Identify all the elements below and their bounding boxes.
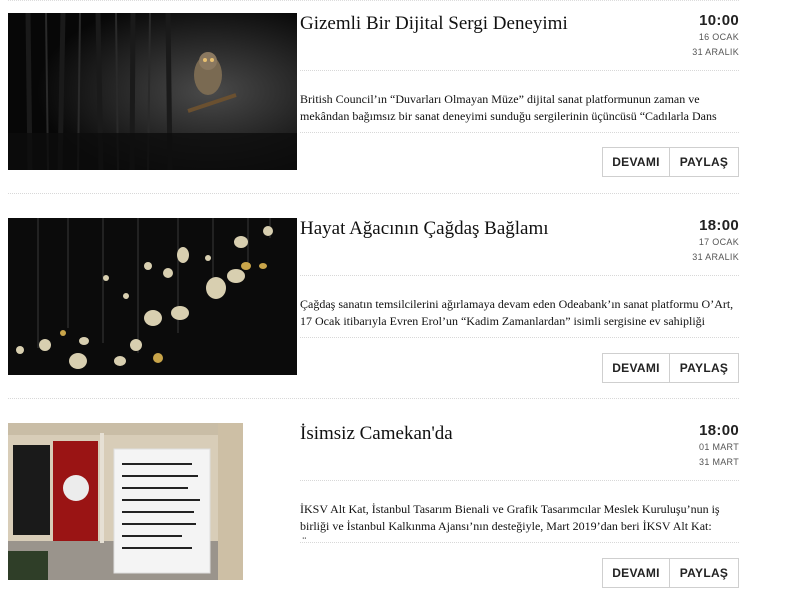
- share-button[interactable]: PAYLAŞ: [670, 147, 739, 177]
- event-schedule: 18:00 01 MART 31 MART: [699, 422, 739, 470]
- event-card: Hayat Ağacının Çağdaş Bağlamı 18:00 17 O…: [8, 217, 739, 388]
- more-button[interactable]: DEVAMI: [602, 147, 670, 177]
- event-divider: [8, 398, 739, 399]
- event-separator: [300, 70, 739, 71]
- event-actions: DEVAMI PAYLAŞ: [602, 353, 739, 383]
- share-button[interactable]: PAYLAŞ: [670, 558, 739, 588]
- top-divider: [8, 0, 739, 2]
- event-divider: [8, 193, 739, 194]
- event-time: 18:00: [699, 217, 739, 234]
- share-button[interactable]: PAYLAŞ: [670, 353, 739, 383]
- event-description: British Council’ın “Duvarları Olmayan Mü…: [300, 92, 732, 129]
- event-start-date: 01 MART: [699, 442, 739, 452]
- event-card: İsimsiz Camekan'da 18:00 01 MART 31 MART…: [8, 422, 739, 598]
- event-title[interactable]: Gizemli Bir Dijital Sergi Deneyimi: [300, 13, 568, 35]
- event-separator: [300, 480, 739, 481]
- event-time: 18:00: [699, 422, 739, 439]
- event-schedule: 10:00 16 OCAK 31 ARALIK: [692, 12, 739, 60]
- event-separator: [300, 337, 739, 338]
- more-button[interactable]: DEVAMI: [602, 353, 670, 383]
- event-card: Gizemli Bir Dijital Sergi Deneyimi 10:00…: [8, 12, 739, 183]
- event-description: Çağdaş sanatın temsilcilerini ağırlamaya…: [300, 297, 734, 334]
- event-separator: [300, 275, 739, 276]
- event-actions: DEVAMI PAYLAŞ: [602, 147, 739, 177]
- event-image-hanging-eggs[interactable]: [8, 218, 297, 375]
- event-image-forest-owl[interactable]: [8, 13, 297, 170]
- event-end-date: 31 MART: [699, 457, 739, 467]
- event-schedule: 18:00 17 OCAK 31 ARALIK: [692, 217, 739, 265]
- event-separator: [300, 542, 739, 543]
- event-end-date: 31 ARALIK: [692, 252, 739, 262]
- event-time: 10:00: [699, 12, 739, 29]
- event-end-date: 31 ARALIK: [692, 47, 739, 57]
- event-start-date: 17 OCAK: [698, 237, 739, 247]
- event-actions: DEVAMI PAYLAŞ: [602, 558, 739, 588]
- event-start-date: 16 OCAK: [698, 32, 739, 42]
- event-title[interactable]: Hayat Ağacının Çağdaş Bağlamı: [300, 218, 549, 240]
- event-title[interactable]: İsimsiz Camekan'da: [300, 423, 453, 445]
- more-button[interactable]: DEVAMI: [602, 558, 670, 588]
- event-description: İKSV Alt Kat, İstanbul Tasarım Bienali v…: [300, 502, 724, 539]
- event-image-storefront-windows[interactable]: [8, 423, 243, 580]
- event-separator: [300, 132, 739, 133]
